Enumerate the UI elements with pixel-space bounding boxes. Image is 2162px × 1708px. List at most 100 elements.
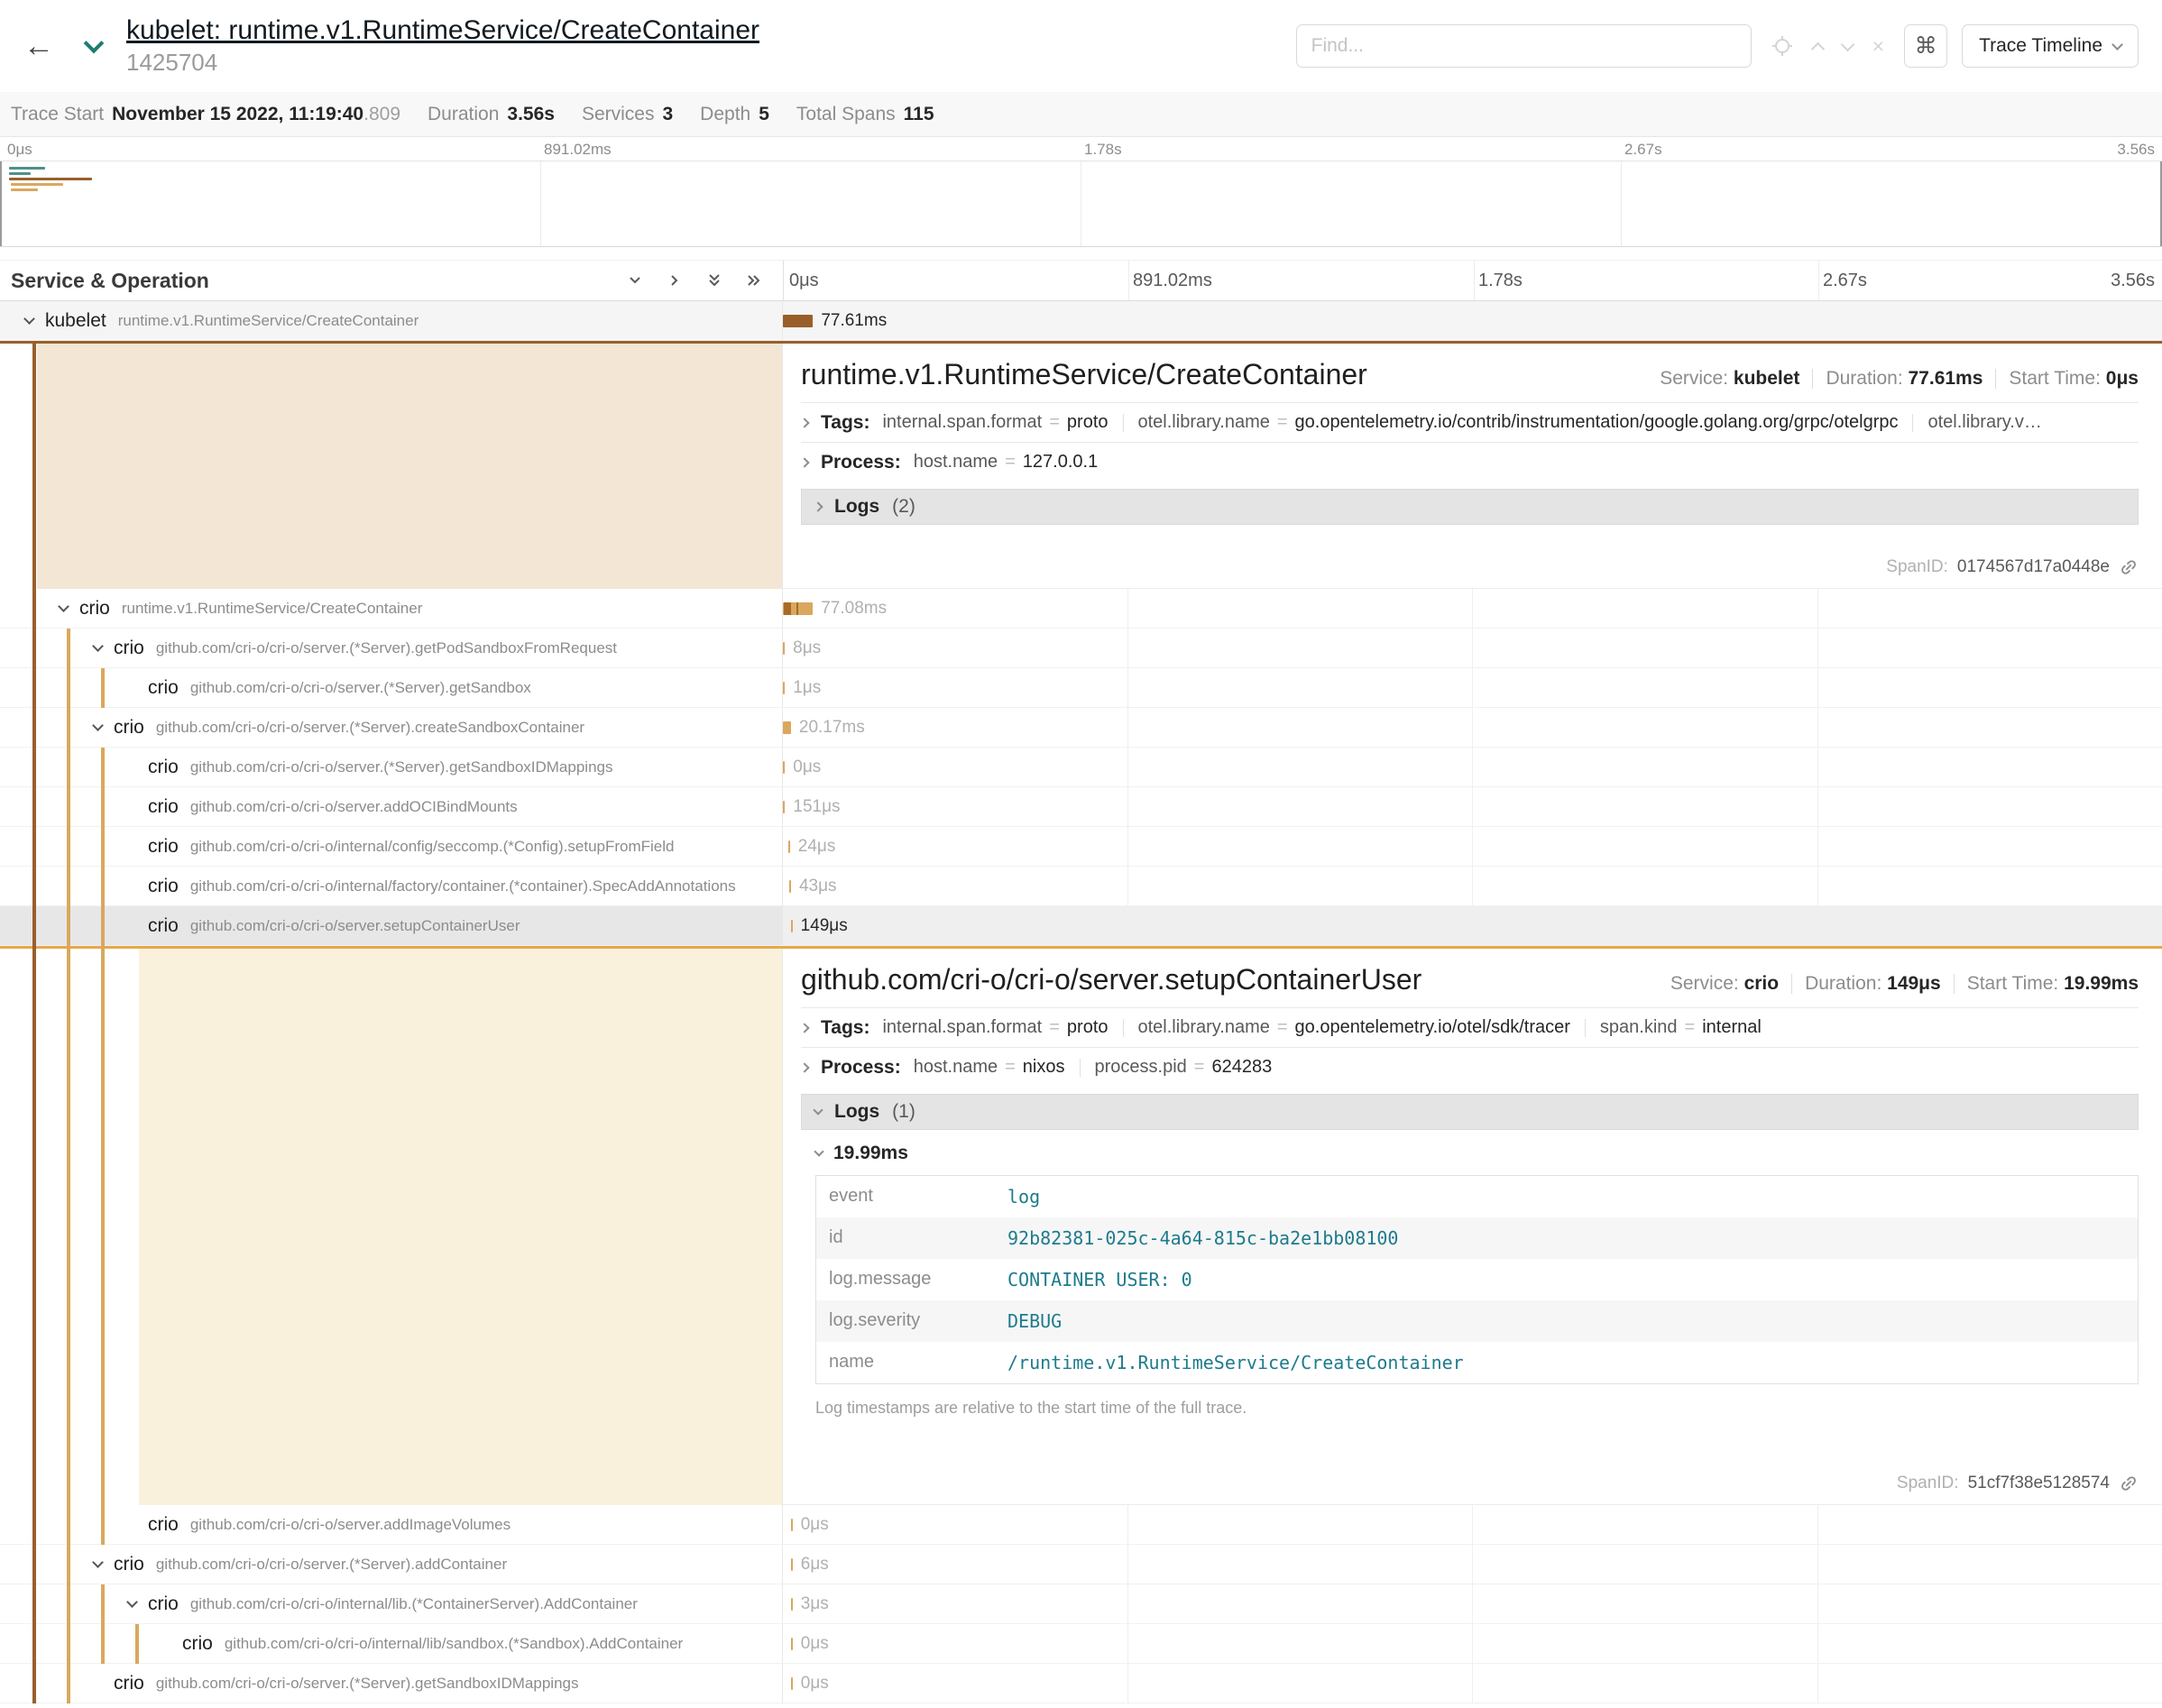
- span-service-name: kubelet: [45, 310, 106, 332]
- logs-section-toggle[interactable]: Logs (1): [801, 1094, 2139, 1130]
- logs-section-toggle[interactable]: Logs (2): [801, 489, 2139, 525]
- span-row[interactable]: crio runtime.v1.RuntimeService/CreateCon…: [0, 589, 2162, 629]
- tags-list: internal.span.format=protootel.library.n…: [882, 1017, 1761, 1038]
- tags-section-toggle[interactable]: Tags: internal.span.format=protootel.lib…: [801, 402, 2139, 442]
- tag-item: span.kind=internal: [1600, 1017, 1762, 1038]
- find-input[interactable]: [1296, 24, 1752, 68]
- span-name-cell[interactable]: crio github.com/cri-o/cri-o/internal/lib…: [0, 1584, 783, 1624]
- span-name-cell[interactable]: crio github.com/cri-o/cri-o/server.setup…: [0, 906, 783, 946]
- copy-span-link-icon[interactable]: [2119, 557, 2139, 577]
- span-timeline-cell[interactable]: 6μs: [783, 1545, 2162, 1584]
- span-name-cell[interactable]: crio github.com/cri-o/cri-o/server.addIm…: [0, 1505, 783, 1545]
- span-expander-chevron-icon[interactable]: [13, 318, 45, 323]
- span-duration-bar[interactable]: [791, 1598, 793, 1611]
- span-name-cell[interactable]: crio github.com/cri-o/cri-o/server.(*Ser…: [0, 748, 783, 787]
- span-timeline-cell[interactable]: 20.17ms: [783, 708, 2162, 748]
- span-row[interactable]: crio github.com/cri-o/cri-o/server.addIm…: [0, 1505, 2162, 1545]
- span-duration-bar[interactable]: [791, 1519, 793, 1531]
- span-timeline-cell[interactable]: 1μs: [783, 668, 2162, 708]
- process-section-toggle[interactable]: Process: host.name=127.0.0.1: [801, 442, 2139, 482]
- span-name-cell[interactable]: crio github.com/cri-o/cri-o/server.(*Ser…: [0, 708, 783, 748]
- span-duration-bar[interactable]: [783, 721, 791, 734]
- span-service-name: crio: [79, 598, 110, 620]
- minimap-canvas[interactable]: [0, 161, 2162, 247]
- span-timeline-cell[interactable]: 0μs: [783, 748, 2162, 787]
- span-row[interactable]: crio github.com/cri-o/cri-o/server.addOC…: [0, 787, 2162, 827]
- span-expander-chevron-icon[interactable]: [81, 725, 114, 730]
- span-row[interactable]: crio github.com/cri-o/cri-o/internal/lib…: [0, 1624, 2162, 1664]
- span-row[interactable]: crio github.com/cri-o/cri-o/server.(*Ser…: [0, 629, 2162, 668]
- span-name-cell[interactable]: crio github.com/cri-o/cri-o/server.(*Ser…: [0, 1545, 783, 1584]
- span-duration-bar[interactable]: [791, 920, 793, 932]
- span-timeline-cell[interactable]: 0μs: [783, 1505, 2162, 1545]
- span-duration-bar[interactable]: [783, 801, 785, 813]
- log-entry-toggle[interactable]: 19.99ms: [815, 1143, 2139, 1164]
- locate-result-icon[interactable]: [1771, 35, 1793, 57]
- span-row[interactable]: crio github.com/cri-o/cri-o/server.(*Ser…: [0, 748, 2162, 787]
- collapse-all-icon[interactable]: [705, 271, 723, 289]
- span-row[interactable]: crio github.com/cri-o/cri-o/internal/fac…: [0, 867, 2162, 906]
- span-duration-bar[interactable]: [791, 1558, 793, 1571]
- span-name-cell[interactable]: crio github.com/cri-o/cri-o/server.addOC…: [0, 787, 783, 827]
- span-timeline-cell[interactable]: 149μs: [783, 906, 2162, 946]
- expand-one-icon[interactable]: [666, 271, 684, 289]
- span-duration-bar[interactable]: [783, 761, 785, 774]
- trace-view-dropdown[interactable]: Trace Timeline: [1962, 24, 2139, 68]
- process-section-toggle[interactable]: Process: host.name=nixosprocess.pid=6242…: [801, 1047, 2139, 1087]
- span-duration-bar[interactable]: [783, 315, 813, 327]
- span-timeline-cell[interactable]: 43μs: [783, 867, 2162, 906]
- span-expander-chevron-icon[interactable]: [81, 1562, 114, 1566]
- span-duration-bar[interactable]: [783, 602, 813, 615]
- trace-title-link[interactable]: kubelet: runtime.v1.RuntimeService/Creat…: [126, 15, 759, 47]
- span-duration-bar[interactable]: [789, 880, 791, 893]
- span-expander-chevron-icon[interactable]: [47, 606, 79, 611]
- span-id-row: SpanID: 0174567d17a0448e: [801, 550, 2139, 577]
- expand-all-icon[interactable]: [745, 271, 763, 289]
- span-duration-label: 1μs: [793, 678, 821, 698]
- span-name-cell[interactable]: crio github.com/cri-o/cri-o/internal/lib…: [0, 1624, 783, 1664]
- span-row[interactable]: crio github.com/cri-o/cri-o/server.(*Ser…: [0, 1545, 2162, 1584]
- span-row[interactable]: crio github.com/cri-o/cri-o/internal/lib…: [0, 1584, 2162, 1624]
- span-timeline-cell[interactable]: 0μs: [783, 1664, 2162, 1703]
- span-row[interactable]: crio github.com/cri-o/cri-o/server.(*Ser…: [0, 668, 2162, 708]
- span-name-cell[interactable]: kubelet runtime.v1.RuntimeService/Create…: [0, 301, 783, 341]
- collapse-one-icon[interactable]: [626, 271, 644, 289]
- span-timeline-cell[interactable]: 0μs: [783, 1624, 2162, 1664]
- span-name-cell[interactable]: crio github.com/cri-o/cri-o/server.(*Ser…: [0, 629, 783, 668]
- span-timeline-cell[interactable]: 77.61ms: [783, 301, 2162, 341]
- span-duration-bar[interactable]: [791, 1677, 793, 1690]
- span-duration-bar[interactable]: [788, 840, 790, 853]
- span-expander-chevron-icon[interactable]: [81, 646, 114, 650]
- span-row[interactable]: crio github.com/cri-o/cri-o/server.setup…: [0, 906, 2162, 946]
- back-button[interactable]: ←: [23, 29, 54, 64]
- log-field-row: id92b82381-025c-4a64-815c-ba2e1bb08100: [816, 1217, 2138, 1259]
- span-name-cell[interactable]: crio github.com/cri-o/cri-o/server.(*Ser…: [0, 668, 783, 708]
- minimap-left-handle[interactable]: [0, 161, 2, 246]
- keyboard-shortcuts-button[interactable]: ⌘: [1904, 24, 1947, 68]
- span-row[interactable]: crio github.com/cri-o/cri-o/server.(*Ser…: [0, 1664, 2162, 1703]
- prev-result-icon[interactable]: [1810, 41, 1825, 56]
- span-name-cell[interactable]: crio github.com/cri-o/cri-o/internal/fac…: [0, 867, 783, 906]
- span-row[interactable]: crio github.com/cri-o/cri-o/internal/con…: [0, 827, 2162, 867]
- span-expander-chevron-icon[interactable]: [115, 1602, 148, 1606]
- span-timeline-cell[interactable]: 24μs: [783, 827, 2162, 867]
- span-timeline-cell[interactable]: 8μs: [783, 629, 2162, 668]
- span-duration-bar[interactable]: [783, 682, 785, 694]
- span-operation-name: github.com/cri-o/cri-o/server.(*Server).…: [156, 1556, 516, 1574]
- span-timeline-cell[interactable]: 151μs: [783, 787, 2162, 827]
- span-duration-bar[interactable]: [791, 1638, 793, 1650]
- span-row[interactable]: kubelet runtime.v1.RuntimeService/Create…: [0, 301, 2162, 341]
- span-name-cell[interactable]: crio github.com/cri-o/cri-o/internal/con…: [0, 827, 783, 867]
- trace-collapse-chevron-icon[interactable]: [84, 33, 105, 54]
- clear-search-icon[interactable]: ×: [1872, 36, 1884, 57]
- span-timeline-cell[interactable]: 77.08ms: [783, 589, 2162, 629]
- span-timeline-cell[interactable]: 3μs: [783, 1584, 2162, 1624]
- span-row[interactable]: crio github.com/cri-o/cri-o/server.(*Ser…: [0, 708, 2162, 748]
- span-name-cell[interactable]: crio github.com/cri-o/cri-o/server.(*Ser…: [0, 1664, 783, 1703]
- tags-section-toggle[interactable]: Tags: internal.span.format=protootel.lib…: [801, 1007, 2139, 1047]
- next-result-icon[interactable]: [1840, 37, 1854, 51]
- span-operation-name: github.com/cri-o/cri-o/server.(*Server).…: [156, 639, 626, 657]
- span-duration-bar[interactable]: [783, 642, 785, 655]
- span-name-cell[interactable]: crio runtime.v1.RuntimeService/CreateCon…: [0, 589, 783, 629]
- copy-span-link-icon[interactable]: [2119, 1474, 2139, 1493]
